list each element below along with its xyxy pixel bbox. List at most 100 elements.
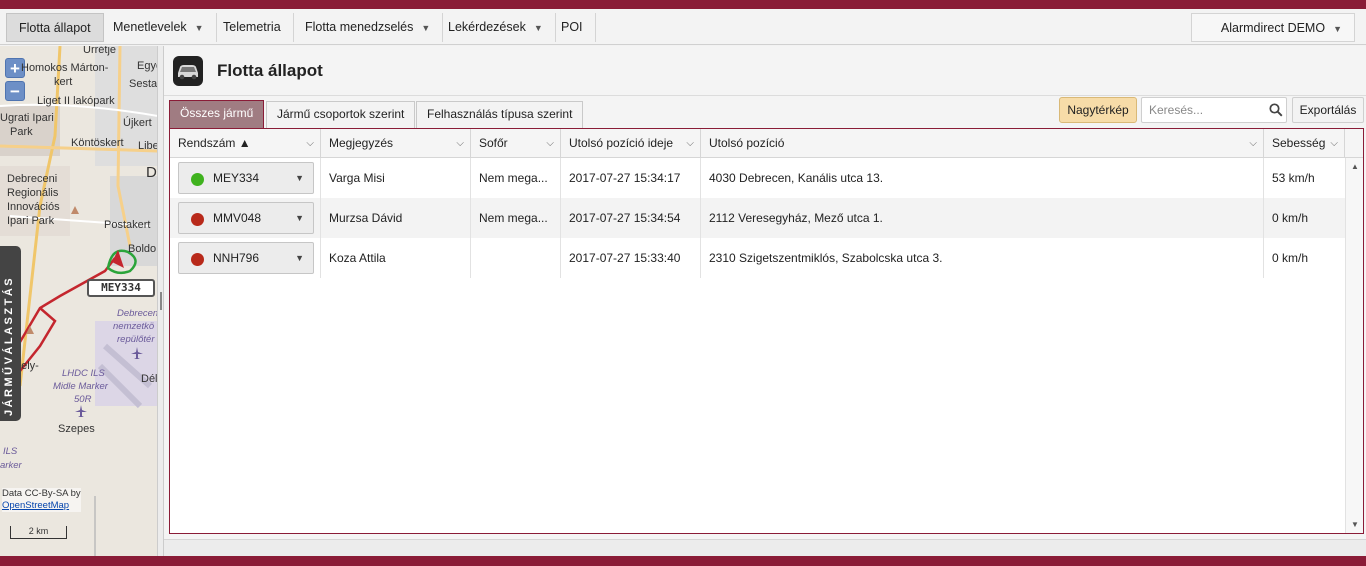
search-input[interactable] [1143, 99, 1261, 121]
vehicle-selector-tab-label: JÁRMŰVÁLASZTÁS [3, 275, 15, 416]
table-row[interactable]: MEY334 ▼ Varga Misi Nem mega... 2017-07-… [170, 158, 1345, 198]
nav-item-label: POI [561, 20, 583, 34]
map-label: D [146, 164, 157, 181]
map-label: Debrecen [117, 308, 158, 319]
car-icon [173, 56, 203, 86]
map-label: Ugrati Ipari [0, 112, 54, 124]
page-header: Flotta állapot [164, 46, 1366, 96]
column-header-megjegyzes[interactable]: Megjegyzés ⌵ [321, 129, 471, 158]
attribution-text: Data CC-By-SA by [2, 488, 81, 499]
plate-button[interactable]: NNH796 ▼ [178, 242, 314, 274]
nav-telemetria[interactable]: Telemetria [211, 13, 294, 42]
map-attribution: Data CC-By-SA by OpenStreetMap [2, 488, 81, 512]
time-cell: 2017-07-27 15:33:40 [561, 238, 701, 278]
speed-cell: 0 km/h [1272, 211, 1309, 225]
chevron-down-icon[interactable]: ⌵ [546, 129, 554, 158]
map-label: Egye [137, 60, 157, 72]
map-label: LHDC ILS [62, 368, 105, 379]
chevron-down-icon: ▼ [295, 253, 304, 263]
map-label: Homokos Márton- [21, 62, 109, 74]
nav-lekerdezesek[interactable]: Lekérdezések ▼ [436, 13, 556, 42]
scroll-up-icon[interactable]: ▲ [1351, 162, 1359, 171]
note-cell: Koza Attila [321, 238, 471, 278]
map-label: Liget II lakópark [37, 95, 115, 107]
user-name: Alarmdirect DEMO [1220, 21, 1326, 35]
export-button[interactable]: Exportálás [1292, 97, 1364, 123]
column-header-label: Sofőr [479, 136, 508, 150]
grid-footer [164, 539, 1366, 556]
plate-cell: MMV048 ▼ [170, 198, 321, 238]
tab-jarmu-csoportok[interactable]: Jármű csoportok szerint [266, 101, 416, 128]
chevron-down-icon[interactable]: ⌵ [306, 129, 314, 158]
table-row[interactable]: NNH796 ▼ Koza Attila 2017-07-27 15:33:40… [170, 238, 1345, 278]
nav-item-label: Telemetria [223, 20, 281, 34]
status-dot-icon [191, 173, 204, 186]
chevron-down-icon[interactable]: ⌵ [456, 129, 464, 158]
column-header-utolso-pozicio[interactable]: Utolsó pozíció ⌵ [701, 129, 1264, 158]
search-icon[interactable] [1269, 103, 1283, 117]
position-cell: 4030 Debrecen, Kanális utca 13. [701, 158, 1264, 198]
column-header-utolso-pozicio-ideje[interactable]: Utolsó pozíció ideje ⌵ [561, 129, 701, 158]
plate-button[interactable]: MEY334 ▼ [178, 162, 314, 194]
chevron-down-icon: ▼ [421, 23, 431, 33]
column-header-label: Utolsó pozíció [709, 136, 785, 150]
map-panel[interactable]: + − Urrétje Homokos Márton- kert Egye Se… [0, 46, 158, 556]
openstreetmap-link[interactable]: OpenStreetMap [2, 500, 69, 511]
note-cell: Varga Misi [321, 158, 471, 198]
vehicle-selector-tab[interactable]: JÁRMŰVÁLASZTÁS [0, 246, 21, 421]
map-label: Sesta [129, 78, 158, 90]
tab-osszes-jarmu[interactable]: Összes jármű [169, 100, 265, 128]
map-label: repülőtér [117, 334, 155, 345]
splitter-grip[interactable] [160, 292, 162, 310]
map-scale: 2 km [10, 526, 67, 539]
map-label: Debreceni [7, 173, 58, 185]
map-label: Midle Marker [53, 381, 108, 392]
map-label: Park [10, 126, 33, 138]
grid-header: Rendszám ▲ ⌵ Megjegyzés ⌵ Sofőr ⌵ Utolsó… [170, 129, 1363, 158]
user-menu[interactable]: Alarmdirect DEMO ▼ [1191, 13, 1355, 42]
zoom-out-button[interactable]: − [5, 81, 25, 101]
chevron-down-icon[interactable]: ⌵ [686, 129, 694, 158]
nav-item-label: Menetlevelek [113, 20, 187, 34]
tab-felhasznalas-tipusa[interactable]: Felhasználás típusa szerint [416, 101, 584, 128]
map-label: Urrétje [83, 46, 117, 56]
map-label: nemzetkö [113, 321, 155, 332]
speed-cell: 53 km/h [1272, 171, 1315, 185]
column-header-label: Sebesség [1272, 136, 1326, 150]
note-cell: Murzsa Dávid [321, 198, 471, 238]
chevron-down-icon[interactable]: ⌵ [1330, 129, 1338, 158]
nav-flotta-menedzseles[interactable]: Flotta menedzselés ▼ [293, 13, 444, 42]
scroll-down-icon[interactable]: ▼ [1351, 520, 1359, 529]
driver-cell [471, 238, 561, 278]
airport-icon [75, 405, 87, 417]
plate-number: MEY334 [213, 171, 260, 185]
airport-icon [131, 347, 143, 359]
main-content: Flotta állapot Összes jármű Jármű csopor… [164, 46, 1366, 556]
column-header-rendszam[interactable]: Rendszám ▲ ⌵ [170, 129, 321, 158]
grid-scrollbar[interactable]: ▲ ▼ [1345, 158, 1363, 533]
chevron-down-icon: ▼ [1333, 24, 1342, 34]
map-label: arker [0, 460, 22, 471]
nav-item-label: Flotta állapot [19, 21, 91, 35]
nav-item-label: Flotta menedzselés [305, 20, 414, 34]
nav-poi[interactable]: POI [549, 13, 596, 42]
table-row[interactable]: MMV048 ▼ Murzsa Dávid Nem mega... 2017-0… [170, 198, 1345, 238]
vehicle-marker-label[interactable]: MEY334 [87, 279, 155, 297]
column-header-sofor[interactable]: Sofőr ⌵ [471, 129, 561, 158]
plate-button[interactable]: MMV048 ▼ [178, 202, 314, 234]
column-header-sebesseg[interactable]: Sebesség ⌵ [1264, 129, 1345, 158]
map-label: Libe [138, 140, 158, 152]
plate-number: MMV048 [213, 211, 262, 225]
plate-cell: MEY334 ▼ [170, 158, 321, 198]
chevron-down-icon[interactable]: ⌵ [1249, 129, 1257, 158]
column-header-label: Rendszám ▲ [178, 136, 251, 150]
big-map-button[interactable]: Nagytérkép [1059, 97, 1137, 123]
position-cell: 2112 Veresegyház, Mező utca 1. [701, 198, 1264, 238]
search-box [1141, 97, 1287, 123]
tab-label: Összes jármű [180, 106, 254, 120]
vehicle-grid: Rendszám ▲ ⌵ Megjegyzés ⌵ Sofőr ⌵ Utolsó… [169, 128, 1364, 534]
nav-flotta-allapot[interactable]: Flotta állapot [6, 13, 104, 42]
nav-menetlevelek[interactable]: Menetlevelek ▼ [101, 13, 217, 42]
plate-number: NNH796 [213, 251, 260, 265]
column-header-label: Utolsó pozíció ideje [569, 136, 674, 150]
